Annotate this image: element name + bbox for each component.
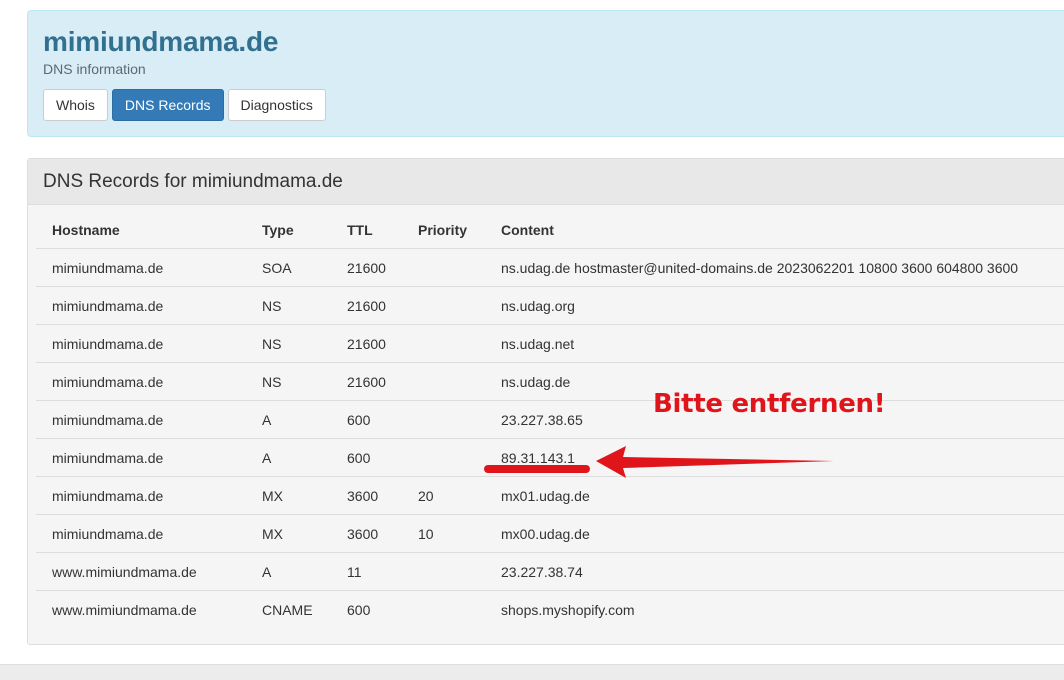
table-row: mimiundmama.de MX 3600 20 mx01.udag.de bbox=[36, 476, 1064, 515]
dns-records-panel: DNS Records for mimiundmama.de Hostname … bbox=[27, 158, 1064, 645]
table-row: mimiundmama.de A 600 23.227.38.65 bbox=[36, 400, 1064, 439]
table-row: mimiundmama.de SOA 21600 ns.udag.de hostmas… bbox=[36, 248, 1064, 287]
cell-ttl: 3600 bbox=[331, 514, 402, 553]
cell-hostname: mimiundmama.de bbox=[36, 400, 246, 439]
cell-content: mx01.udag.de bbox=[485, 476, 1064, 515]
cell-priority bbox=[402, 590, 485, 628]
page-footer bbox=[0, 664, 1064, 680]
cell-hostname: mimiundmama.de bbox=[36, 362, 246, 401]
cell-hostname: www.mimiundmama.de bbox=[36, 552, 246, 591]
table-row: www.mimiundmama.de A 11 23.227.38.74 bbox=[36, 552, 1064, 591]
cell-type: NS bbox=[246, 362, 331, 401]
table-row: mimiundmama.de NS 21600 ns.udag.org bbox=[36, 286, 1064, 325]
domain-header: mimiundmama.de DNS information Whois DNS… bbox=[27, 10, 1064, 137]
column-header-type: Type bbox=[262, 221, 294, 238]
cell-hostname: mimiundmama.de bbox=[36, 286, 246, 325]
cell-type: CNAME bbox=[246, 590, 331, 628]
cell-ttl: 11 bbox=[331, 552, 402, 591]
cell-type: A bbox=[246, 438, 331, 477]
cell-ttl: 21600 bbox=[331, 362, 402, 401]
cell-hostname: mimiundmama.de bbox=[36, 324, 246, 363]
cell-content: shops.myshopify.com bbox=[485, 590, 1064, 628]
dns-records-table: Hostname Type TTL Priority Content mimiu… bbox=[36, 211, 1064, 628]
page-subtitle: DNS information bbox=[43, 61, 146, 77]
cell-type: NS bbox=[246, 286, 331, 325]
cell-priority bbox=[402, 400, 485, 439]
cell-priority: 20 bbox=[402, 476, 485, 515]
cell-ttl: 600 bbox=[331, 438, 402, 477]
column-header-priority: Priority bbox=[418, 221, 468, 238]
cell-content: ns.udag.org bbox=[485, 286, 1064, 325]
tab-bar: Whois DNS Records Diagnostics bbox=[43, 89, 326, 121]
cell-ttl: 600 bbox=[331, 590, 402, 628]
cell-hostname: mimiundmama.de bbox=[36, 476, 246, 515]
cell-hostname: mimiundmama.de bbox=[36, 248, 246, 287]
table-row: mimiundmama.de NS 21600 ns.udag.de bbox=[36, 362, 1064, 401]
cell-type: A bbox=[246, 400, 331, 439]
cell-priority: 10 bbox=[402, 514, 485, 553]
cell-priority bbox=[402, 552, 485, 591]
table-row: www.mimiundmama.de CNAME 600 shops.myshopif… bbox=[36, 590, 1064, 628]
tab-dns-records[interactable]: DNS Records bbox=[111, 89, 224, 121]
table-body: mimiundmama.de SOA 21600 ns.udag.de hostmas… bbox=[36, 248, 1064, 628]
cell-content: 89.31.143.1 bbox=[485, 438, 1064, 477]
column-header-content: Content bbox=[501, 221, 554, 238]
panel-heading: DNS Records for mimiundmama.de bbox=[28, 159, 1064, 205]
cell-type: MX bbox=[246, 514, 331, 553]
cell-content: ns.udag.de hostmaster@united-domains.de … bbox=[485, 248, 1064, 287]
cell-type: SOA bbox=[246, 248, 331, 287]
annotation-text: Bitte entfernen! bbox=[653, 389, 886, 419]
column-header-hostname: Hostname bbox=[52, 221, 120, 238]
cell-priority bbox=[402, 324, 485, 363]
column-header-ttl: TTL bbox=[347, 221, 373, 238]
cell-priority bbox=[402, 438, 485, 477]
cell-type: MX bbox=[246, 476, 331, 515]
table-row: mimiundmama.de NS 21600 ns.udag.net bbox=[36, 324, 1064, 363]
tab-diagnostics[interactable]: Diagnostics bbox=[227, 89, 326, 121]
table-row: mimiundmama.de MX 3600 10 mx00.udag.de bbox=[36, 514, 1064, 553]
table-row: mimiundmama.de A 600 89.31.143.1 bbox=[36, 438, 1064, 477]
cell-content: ns.udag.net bbox=[485, 324, 1064, 363]
table-header-row: Hostname Type TTL Priority Content bbox=[36, 211, 1064, 249]
cell-priority bbox=[402, 248, 485, 287]
cell-ttl: 21600 bbox=[331, 248, 402, 287]
cell-type: NS bbox=[246, 324, 331, 363]
page-title: mimiundmama.de bbox=[43, 26, 279, 57]
cell-ttl: 3600 bbox=[331, 476, 402, 515]
cell-hostname: www.mimiundmama.de bbox=[36, 590, 246, 628]
cell-content: mx00.udag.de bbox=[485, 514, 1064, 553]
cell-priority bbox=[402, 362, 485, 401]
cell-type: A bbox=[246, 552, 331, 591]
tab-whois[interactable]: Whois bbox=[43, 89, 108, 121]
cell-ttl: 21600 bbox=[331, 324, 402, 363]
cell-ttl: 600 bbox=[331, 400, 402, 439]
cell-priority bbox=[402, 286, 485, 325]
cell-ttl: 21600 bbox=[331, 286, 402, 325]
cell-content: 23.227.38.74 bbox=[485, 552, 1064, 591]
cell-hostname: mimiundmama.de bbox=[36, 438, 246, 477]
cell-hostname: mimiundmama.de bbox=[36, 514, 246, 553]
